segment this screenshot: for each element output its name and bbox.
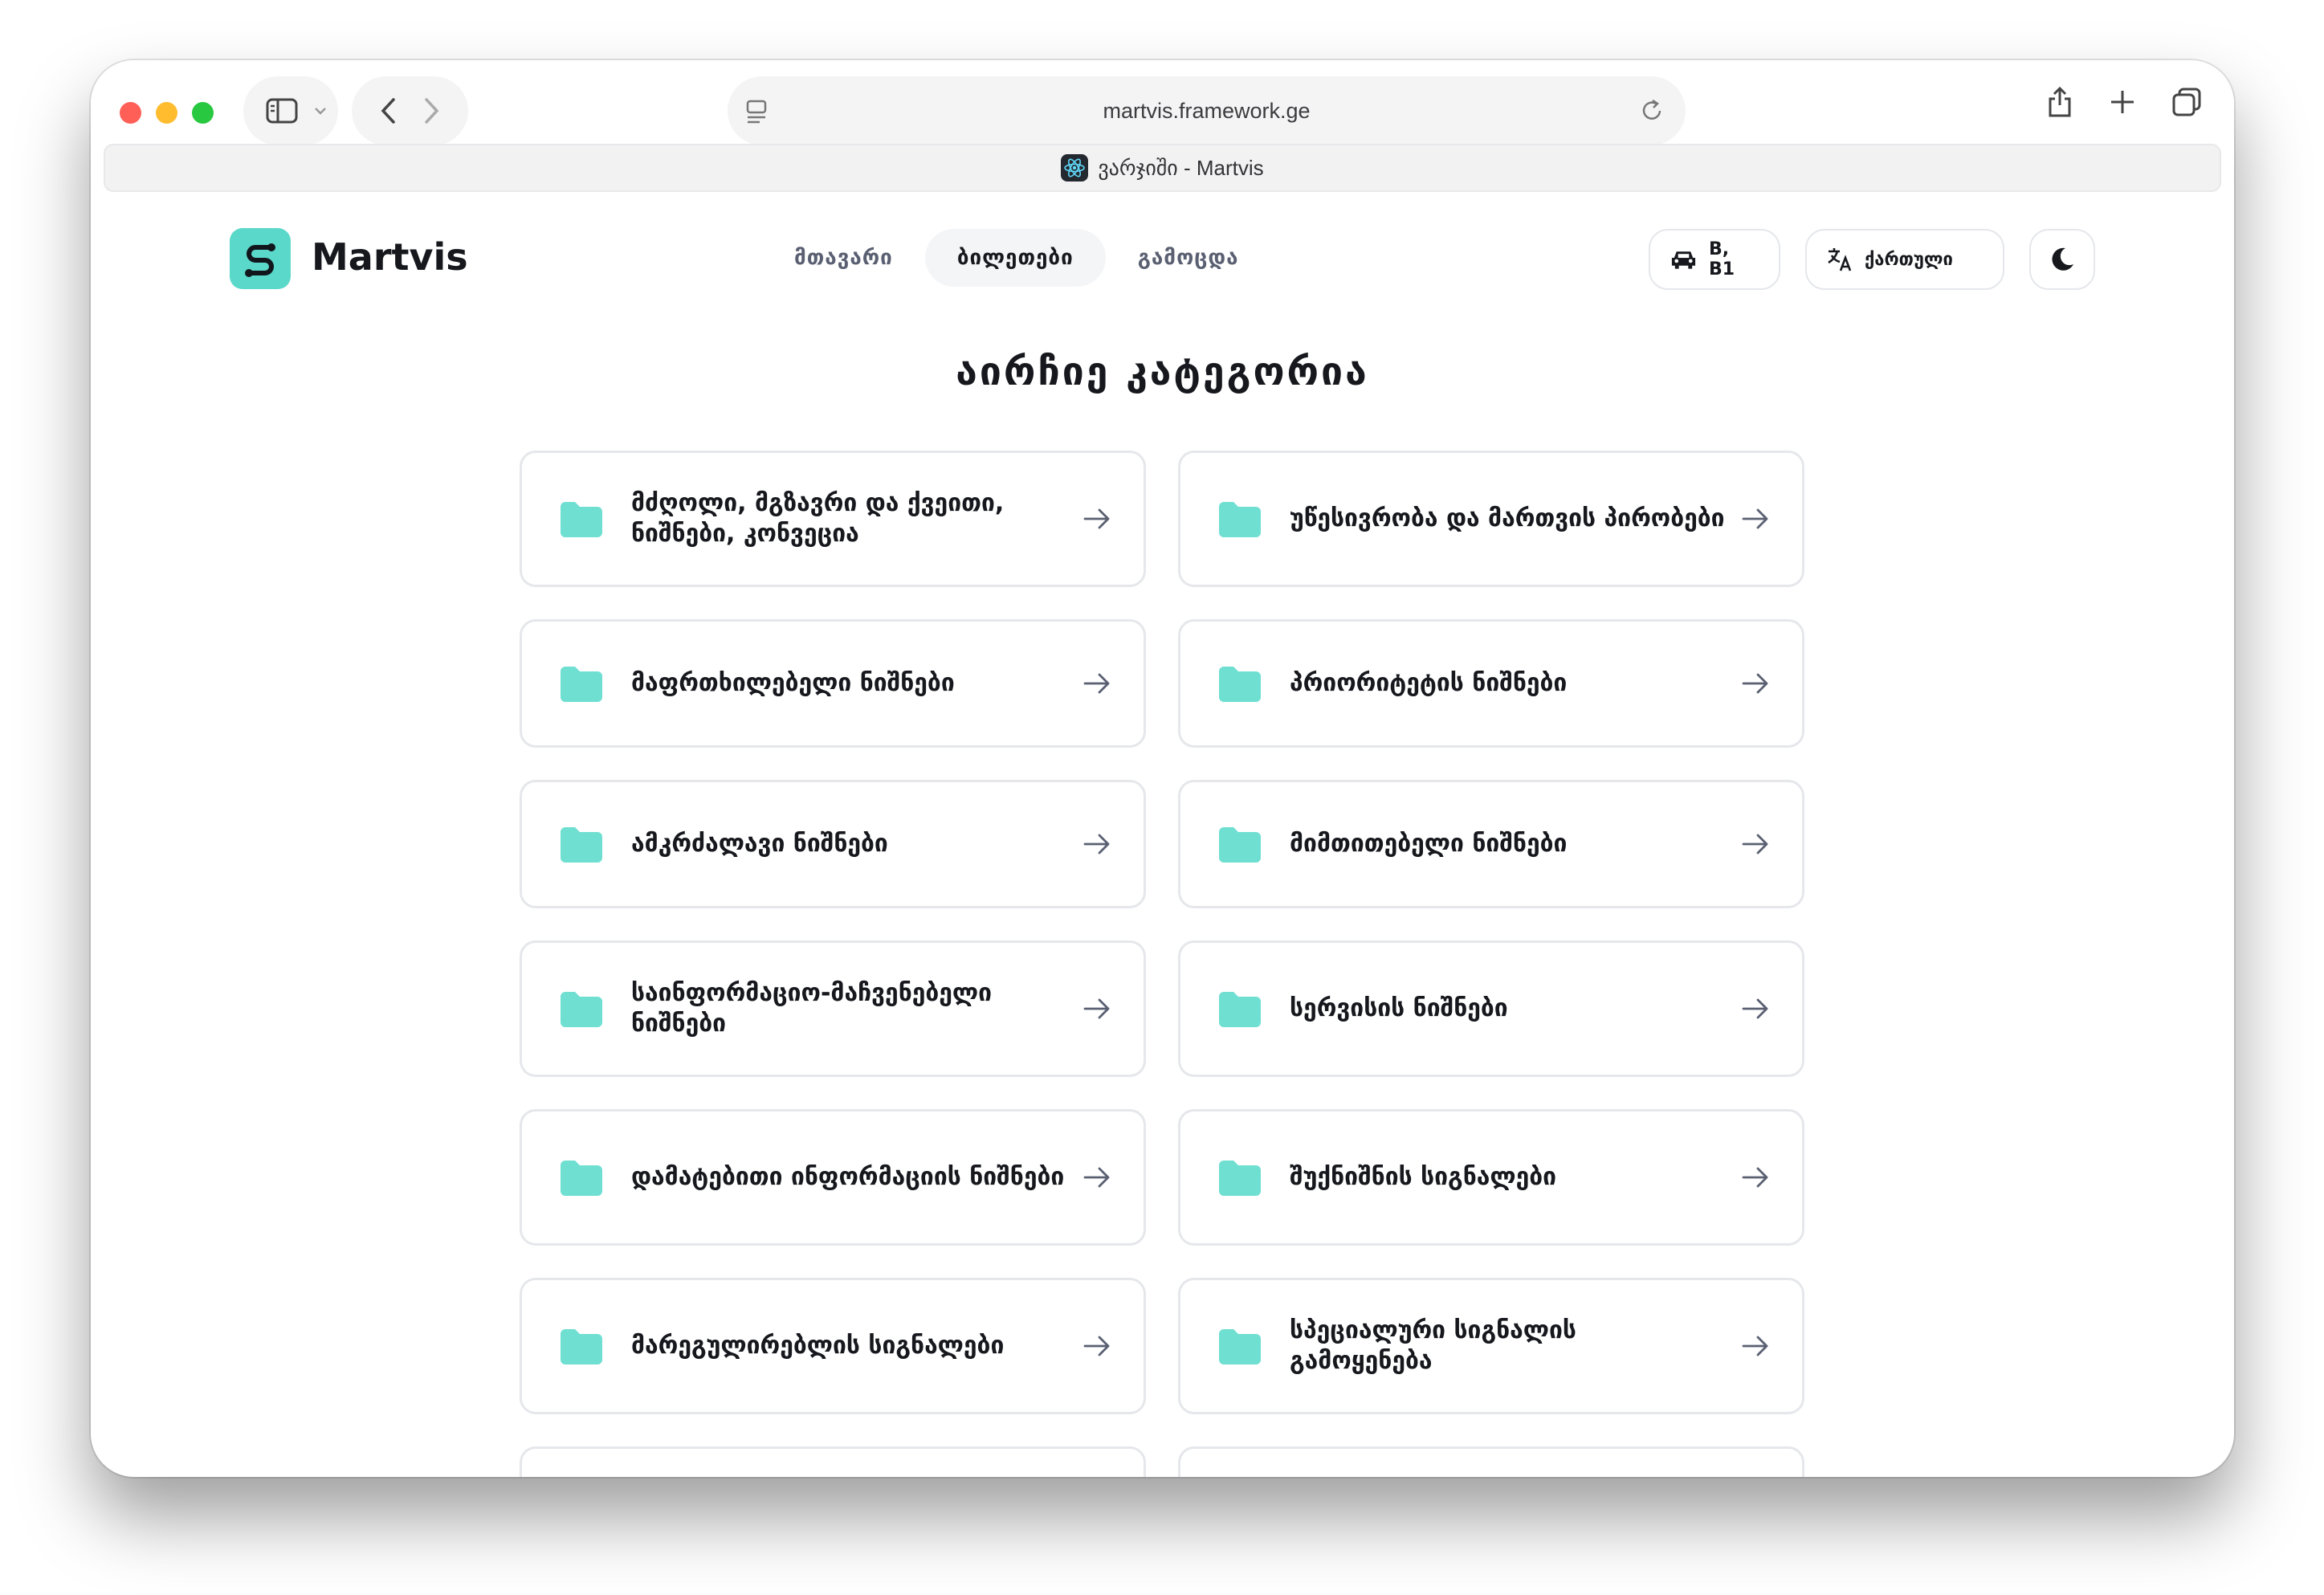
category-label: მძღოლი, მგზავრი და ქვეითი, ნიშნები, კონვ… <box>631 489 1005 548</box>
category-card-partial[interactable] <box>520 1446 1146 1477</box>
arrow-right-icon <box>1742 1167 1768 1188</box>
category-label: დამატებითი ინფორმაციის ნიშნები <box>631 1163 1065 1191</box>
license-category-label: B, B1 <box>1708 239 1735 279</box>
folder-icon <box>561 502 602 537</box>
arrow-right-icon <box>1083 834 1110 855</box>
category-card[interactable]: შუქნიშნის სიგნალები <box>1178 1109 1804 1246</box>
arrow-right-icon <box>1742 1336 1768 1356</box>
category-card[interactable]: პრიორიტეტის ნიშნები <box>1178 619 1804 748</box>
arrow-right-icon <box>1083 998 1110 1019</box>
category-card[interactable]: სპეციალური სიგნალის გამოყენება <box>1178 1278 1804 1414</box>
category-card[interactable]: სერვისის ნიშნები <box>1178 940 1804 1077</box>
category-card[interactable]: მარეგულირებლის სიგნალები <box>520 1278 1146 1414</box>
reload-icon[interactable] <box>1641 97 1665 123</box>
url-text: martvis.framework.ge <box>1103 98 1311 123</box>
category-label: სერვისის ნიშნები <box>1290 994 1508 1022</box>
tab-title: ვარჯიში - Martvis <box>1098 155 1264 180</box>
category-label: მარეგულირებლის სიგნალები <box>631 1332 1005 1360</box>
category-label: პრიორიტეტის ნიშნები <box>1290 669 1568 697</box>
folder-icon <box>1219 992 1261 1027</box>
forward-icon[interactable] <box>422 97 440 124</box>
history-nav <box>352 76 468 145</box>
category-label: შუქნიშნის სიგნალები <box>1290 1163 1557 1191</box>
logo-text[interactable]: Martvis <box>312 235 468 279</box>
share-icon[interactable] <box>2046 86 2073 118</box>
chevron-down-icon <box>315 108 326 115</box>
folder-icon <box>561 992 602 1027</box>
browser-window: martvis.framework.ge ვარჯიში - Martvis M… <box>91 60 2234 1477</box>
sidebar-icon <box>266 98 298 124</box>
arrow-right-icon <box>1083 673 1110 694</box>
page-title: აირჩიე კატეგორია <box>956 349 1369 394</box>
browser-actions <box>2046 86 2202 118</box>
category-label: საინფორმაციო-მაჩვენებელი ნიშნები <box>631 979 993 1038</box>
arrow-right-icon <box>1742 508 1768 529</box>
category-label: მაფრთხილებელი ნიშნები <box>631 669 955 697</box>
category-card-partial[interactable] <box>1178 1446 1804 1477</box>
category-card[interactable]: მძღოლი, მგზავრი და ქვეითი, ნიშნები, კონვ… <box>520 451 1146 587</box>
category-card[interactable]: უწესივრობა და მართვის პირობები <box>1178 451 1804 587</box>
folder-icon <box>561 1329 602 1365</box>
arrow-right-icon <box>1742 673 1768 694</box>
theme-toggle-button[interactable] <box>2029 229 2095 290</box>
category-grid: მძღოლი, მგზავრი და ქვეითი, ნიშნები, კონვ… <box>520 451 1804 1477</box>
folder-icon <box>561 827 602 863</box>
category-card[interactable]: მიმთითებელი ნიშნები <box>1178 780 1804 908</box>
back-icon[interactable] <box>380 97 398 124</box>
arrow-right-icon <box>1083 1336 1110 1356</box>
active-tab[interactable]: ვარჯიში - Martvis <box>104 144 2221 192</box>
arrow-right-icon <box>1083 1167 1110 1188</box>
main-nav: მთავარი ბილეთები გამოცდა <box>762 229 1271 287</box>
category-label: სპეციალური სიგნალის გამოყენება <box>1290 1316 1576 1375</box>
site-header: Martvis მთავარი ბილეთები გამოცდა B, B1 ქ… <box>91 205 2234 301</box>
folder-icon <box>1219 667 1261 702</box>
language-label: ქართული <box>1865 249 1953 270</box>
category-label: მიმთითებელი ნიშნები <box>1290 830 1568 858</box>
minimize-window-button[interactable] <box>156 102 177 124</box>
nav-item-exam[interactable]: გამოცდა <box>1106 229 1271 287</box>
category-card[interactable]: საინფორმაციო-მაჩვენებელი ნიშნები <box>520 940 1146 1077</box>
browser-toolbar: martvis.framework.ge ვარჯიში - Martvis <box>91 60 2234 205</box>
logo-icon[interactable] <box>230 228 291 289</box>
translate-icon <box>1828 248 1852 271</box>
nav-item-home[interactable]: მთავარი <box>762 229 925 287</box>
tabs-overview-icon[interactable] <box>2171 86 2202 118</box>
arrow-right-icon <box>1742 998 1768 1019</box>
moon-icon <box>2052 247 2073 271</box>
category-card[interactable]: დამატებითი ინფორმაციის ნიშნები <box>520 1109 1146 1246</box>
nav-item-tickets[interactable]: ბილეთები <box>924 229 1106 287</box>
folder-icon <box>561 1161 602 1196</box>
car-icon <box>1671 251 1696 269</box>
react-favicon-icon <box>1061 154 1089 182</box>
license-category-button[interactable]: B, B1 <box>1649 229 1780 290</box>
folder-icon <box>1219 502 1261 537</box>
category-label: ამკრძალავი ნიშნები <box>631 830 888 858</box>
sidebar-toggle-button[interactable] <box>243 76 338 145</box>
category-card[interactable]: ამკრძალავი ნიშნები <box>520 780 1146 908</box>
close-window-button[interactable] <box>120 102 141 124</box>
folder-icon <box>1219 827 1261 863</box>
arrow-right-icon <box>1742 834 1768 855</box>
folder-icon <box>1219 1161 1261 1196</box>
category-card[interactable]: მაფრთხილებელი ნიშნები <box>520 619 1146 748</box>
folder-icon <box>561 667 602 702</box>
arrow-right-icon <box>1083 508 1110 529</box>
address-bar[interactable]: martvis.framework.ge <box>728 76 1686 145</box>
category-label: უწესივრობა და მართვის პირობები <box>1290 504 1725 532</box>
zoom-window-button[interactable] <box>192 102 214 124</box>
reader-icon[interactable] <box>745 99 768 124</box>
new-tab-icon[interactable] <box>2109 86 2136 118</box>
folder-icon <box>1219 1329 1261 1365</box>
language-button[interactable]: ქართული <box>1805 229 2004 290</box>
